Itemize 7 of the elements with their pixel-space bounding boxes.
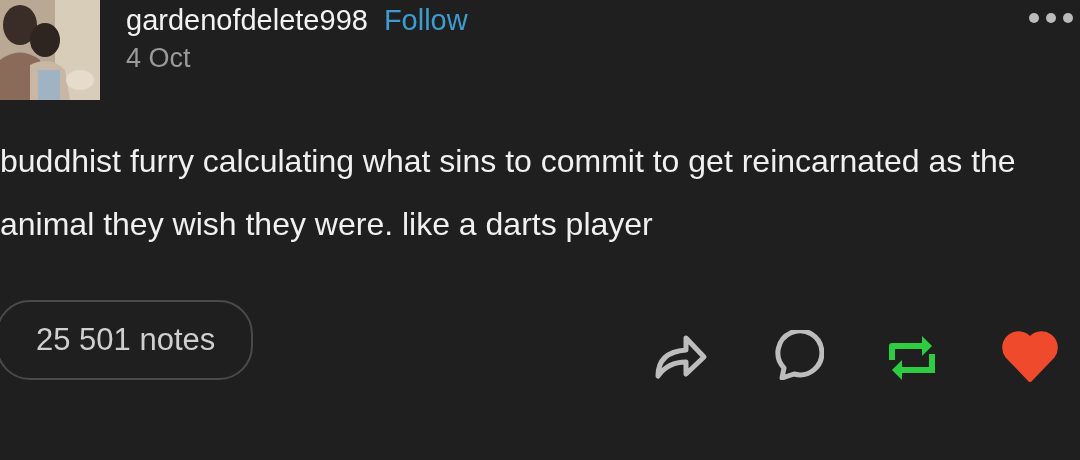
heart-icon[interactable]	[1000, 330, 1060, 382]
username[interactable]: gardenofdelete998	[126, 4, 368, 37]
more-options-icon[interactable]	[1028, 12, 1074, 24]
follow-link[interactable]: Follow	[383, 4, 468, 37]
notes-button[interactable]: 25 501 notes	[0, 300, 254, 380]
post-date: 4 Oct	[126, 43, 192, 74]
post-text: buddhist furry calculating what sins to commit to get reincarnated as the animal they wish they were. like a darts player	[0, 142, 1017, 244]
